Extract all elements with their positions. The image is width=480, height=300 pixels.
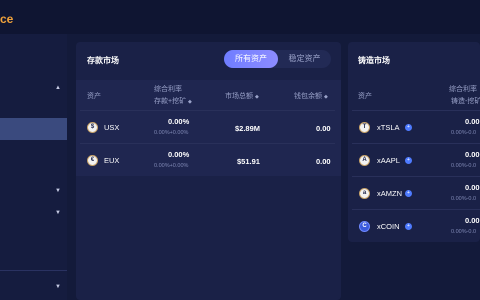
rate-detail: 0.00%-0.0: [451, 229, 477, 235]
divider: [352, 209, 480, 210]
rate-detail: 0.00%-0.0: [451, 163, 477, 169]
sort-icon[interactable]: ◆: [255, 94, 259, 100]
col-asset-header: 资产: [87, 93, 101, 100]
chevron-down-icon[interactable]: ▼: [55, 188, 61, 194]
col-rate-header-bottom[interactable]: 存款+挖矿 ◆: [154, 96, 192, 106]
info-icon[interactable]: +: [405, 157, 412, 164]
divider: [80, 143, 335, 144]
divider: [352, 176, 480, 177]
wallet-balance: 0.00: [316, 124, 331, 133]
divider: [80, 110, 335, 111]
rate-detail: 0.00%-0.0: [451, 196, 477, 202]
rate-value: 0.00%: [168, 117, 190, 126]
wallet-balance: 0.00: [316, 157, 331, 166]
info-icon[interactable]: +: [405, 223, 412, 230]
col-asset-header: 资产: [358, 93, 372, 100]
asset-symbol[interactable]: EUX: [104, 156, 119, 165]
brand-logo-text[interactable]: ce: [0, 12, 13, 26]
sort-icon[interactable]: ◆: [324, 94, 328, 100]
sidebar: ▲ ▼ ▼ ▼: [0, 34, 67, 300]
rate-detail: 0.00%-0.0: [451, 130, 477, 136]
chevron-down-icon[interactable]: ▼: [55, 210, 61, 216]
rate-value: 0.00: [465, 117, 480, 126]
sidebar-item-active[interactable]: [0, 118, 67, 140]
usx-coin-icon: $: [87, 122, 98, 133]
rate-value: 0.00: [465, 150, 480, 159]
tsla-stock-icon: T: [359, 122, 370, 133]
col-total-header[interactable]: 市场总额 ◆: [225, 91, 259, 101]
tab-all-assets[interactable]: 所有资产: [224, 50, 278, 68]
market-total: $2.89M: [235, 124, 261, 133]
coin-stock-icon: C: [359, 221, 370, 232]
col-rate-header-top: 综合利率: [449, 86, 477, 93]
info-icon[interactable]: +: [405, 124, 412, 131]
asset-symbol[interactable]: USX: [104, 123, 119, 132]
divider: [352, 143, 480, 144]
chevron-down-icon[interactable]: ▼: [55, 284, 61, 290]
top-bar: ce: [0, 0, 480, 34]
rate-value: 0.00%: [168, 150, 190, 159]
mint-market-panel: [348, 42, 480, 242]
rate-detail: 0.00%+0.00%: [154, 130, 189, 136]
sidebar-divider: [0, 270, 67, 271]
divider: [352, 110, 480, 111]
rate-value: 0.00: [465, 216, 480, 225]
market-total: $51.91: [237, 157, 260, 166]
deposit-market-title: 存款市场: [87, 56, 119, 65]
asset-symbol[interactable]: xTSLA: [377, 123, 400, 132]
asset-symbol[interactable]: xCOIN: [377, 222, 400, 231]
aapl-stock-icon: A: [359, 155, 370, 166]
rate-value: 0.00: [465, 183, 480, 192]
sort-icon[interactable]: ◆: [188, 99, 192, 105]
asset-filter-toggle: 所有资产 稳定资产: [224, 50, 331, 68]
mint-market-title: 铸造市场: [358, 56, 390, 65]
eux-coin-icon: €: [87, 155, 98, 166]
asset-symbol[interactable]: xAMZN: [377, 189, 402, 198]
col-rate-header-bottom[interactable]: 铸造-挖矿: [451, 96, 480, 106]
chevron-up-icon[interactable]: ▲: [55, 85, 61, 91]
rate-detail: 0.00%+0.00%: [154, 163, 189, 169]
asset-symbol[interactable]: xAAPL: [377, 156, 400, 165]
info-icon[interactable]: +: [405, 190, 412, 197]
col-rate-header-top: 综合利率: [154, 86, 182, 93]
amzn-stock-icon: a: [359, 188, 370, 199]
col-wallet-header[interactable]: 钱包余额 ◆: [294, 91, 328, 101]
tab-stable-assets[interactable]: 稳定资产: [278, 50, 331, 68]
